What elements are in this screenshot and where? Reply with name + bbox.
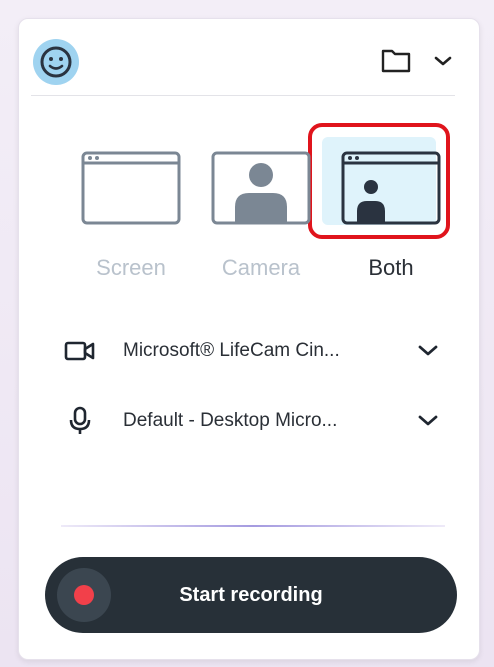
microphone-selector[interactable]: Default - Desktop Micro... <box>63 403 443 439</box>
menu-dropdown-button[interactable] <box>427 45 459 77</box>
chevron-down-icon[interactable] <box>413 337 443 365</box>
avatar[interactable] <box>33 39 79 85</box>
video-camera-icon <box>63 336 97 366</box>
chevron-down-icon <box>434 56 452 66</box>
browser-window-icon <box>81 151 181 225</box>
folder-icon <box>381 49 411 73</box>
camera-selector[interactable]: Microsoft® LifeCam Cin... <box>63 333 443 369</box>
smiley-face-icon <box>40 46 72 78</box>
mode-label-both: Both <box>368 255 414 280</box>
header-divider <box>31 95 455 96</box>
microphone-icon <box>63 406 97 436</box>
capture-mode-selector: Screen Camera Both <box>19 129 479 299</box>
mode-option-screen[interactable]: Screen <box>71 129 201 299</box>
folder-button[interactable] <box>379 43 413 77</box>
start-recording-button[interactable]: Start recording <box>45 557 457 633</box>
header <box>19 19 479 95</box>
start-recording-label: Start recording <box>179 584 323 606</box>
footer-divider <box>61 525 445 527</box>
mode-option-both[interactable]: Both <box>331 129 461 299</box>
mode-label-screen: Screen <box>96 255 166 280</box>
camera-device-name: Microsoft® LifeCam Cin... <box>123 340 340 361</box>
chevron-down-icon[interactable] <box>413 407 443 435</box>
person-camera-icon <box>211 151 311 225</box>
window-with-person-icon <box>341 151 441 225</box>
mode-label-camera: Camera <box>221 255 301 280</box>
recorder-panel: Screen Camera Both Microsoft® LifeCam Ci… <box>18 18 480 660</box>
mode-option-camera[interactable]: Camera <box>201 129 331 299</box>
microphone-device-name: Default - Desktop Micro... <box>123 410 338 431</box>
